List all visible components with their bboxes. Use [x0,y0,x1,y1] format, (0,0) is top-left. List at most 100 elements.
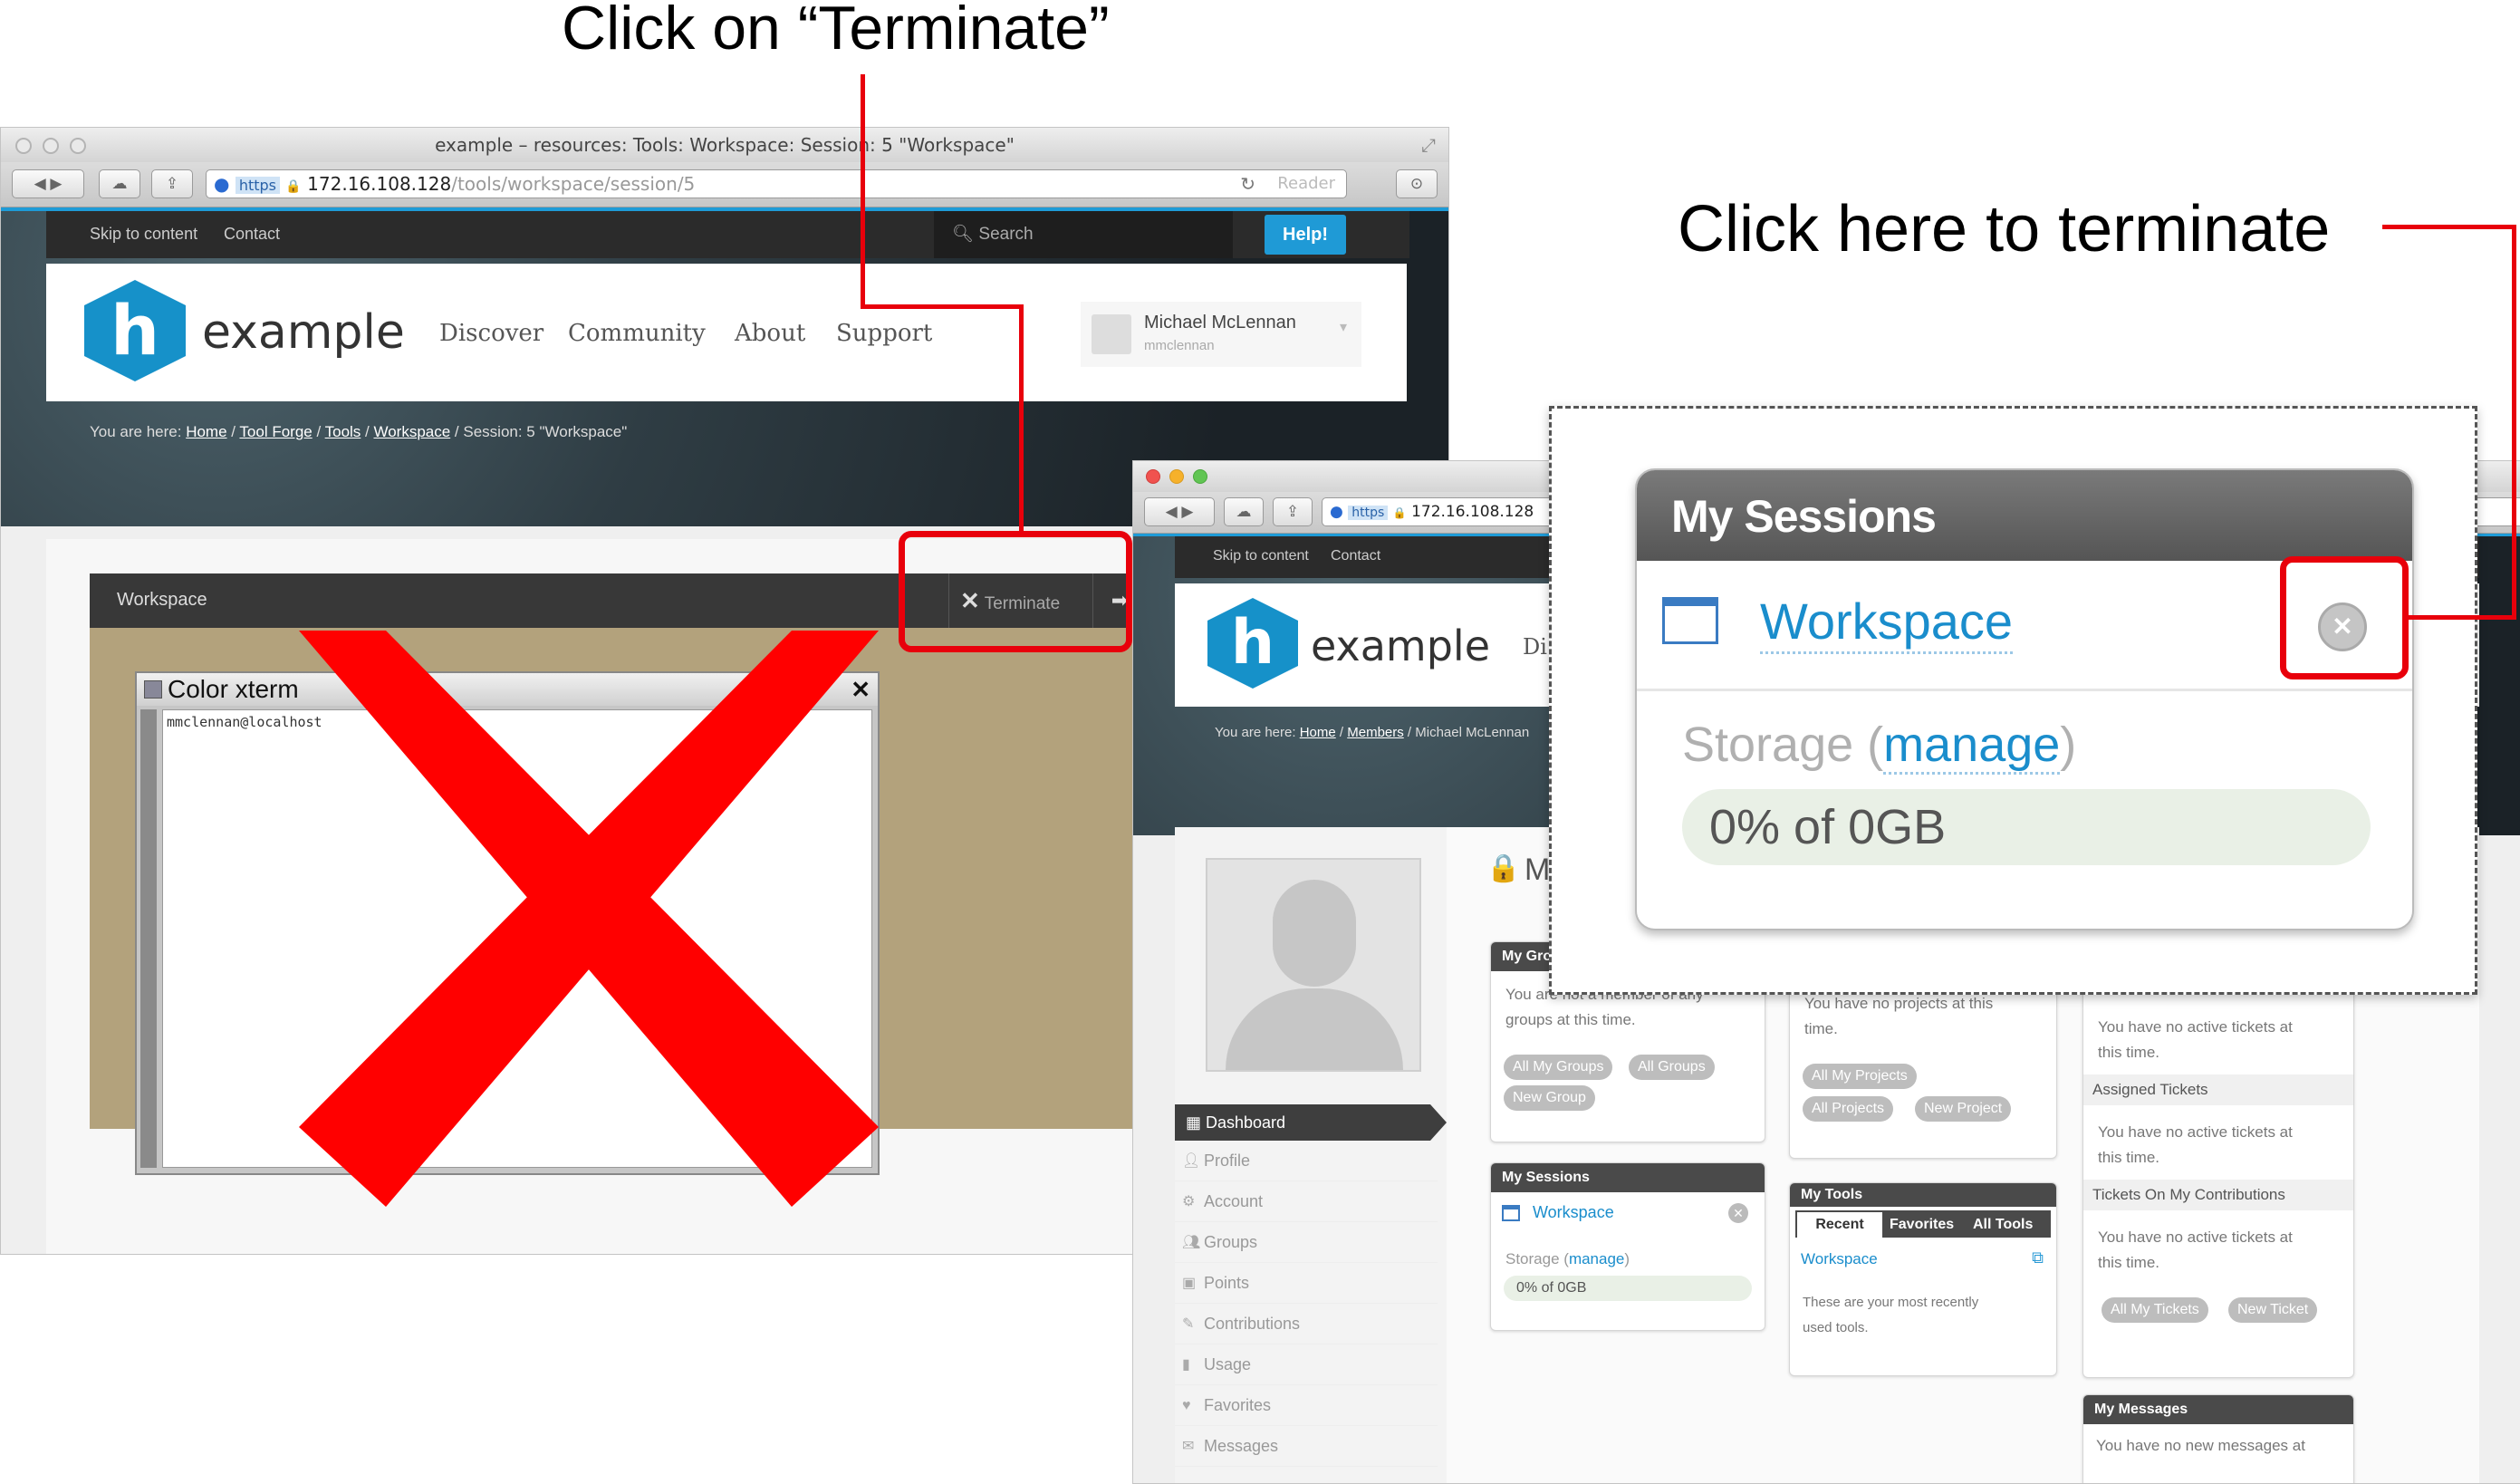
terminate-highlight-box [899,531,1132,652]
messages-text: You have no new messages at [2096,1437,2305,1454]
points-icon: ▣ [1182,1276,1197,1291]
nav-discover[interactable]: Discover [439,320,543,347]
new-ticket-button[interactable]: New Ticket [2228,1297,2318,1323]
leader-line-top-down [1019,304,1024,535]
launch-tool-icon[interactable]: ⧉ [2032,1248,2044,1267]
logo-wordmark[interactable]: example [1311,622,1490,670]
window-controls[interactable] [15,138,86,154]
sidebar-item-favorites[interactable]: ♥ Favorites [1175,1385,1438,1426]
sidebar-item-dashboard[interactable]: ▦ Dashboard [1175,1104,1447,1141]
breadcrumb-members[interactable]: Members [1347,725,1404,740]
breadcrumb-tool-forge[interactable]: Tool Forge [239,423,312,440]
envelope-icon: ✉ [1182,1439,1195,1454]
projects-text-line1: You have no projects at this [1804,995,1994,1012]
tickets-text-1a: You have no active tickets at [2098,1018,2293,1036]
all-projects-button[interactable]: All Projects [1803,1096,1894,1122]
annotation-top-label: Click on “Terminate” [562,0,1110,63]
downloads-icon[interactable]: ⊙ [1396,169,1438,198]
all-my-tickets-button[interactable]: All My Tickets [2102,1297,2208,1323]
sidebar-item-points[interactable]: ▣ Points [1175,1263,1438,1304]
nav-discover[interactable]: Di [1523,634,1547,660]
tools-module: My Tools Recent Favorites All Tools Work… [1789,1182,2057,1376]
tickets-text-1b: this time. [2098,1044,2160,1061]
logo-icon[interactable]: h [1207,598,1298,689]
zoomed-manage-link[interactable]: manage [1883,718,2061,775]
address-bar[interactable]: ● https 🔒 172.16.108.128/tools/workspace… [206,169,1347,198]
all-groups-button[interactable]: All Groups [1629,1055,1715,1080]
new-project-button[interactable]: New Project [1915,1096,2012,1122]
share-icon[interactable]: ⇪ [151,169,193,198]
zoomed-sessions-title: My Sessions [1671,491,1937,542]
zoomed-storage-line: Storage (manage) [1682,717,2076,775]
minimize-window-icon[interactable] [1169,469,1184,484]
manage-storage-link[interactable]: manage [1569,1250,1624,1267]
sessions-module: My Sessions Workspace ✕ Storage (manage)… [1490,1162,1765,1331]
xterm-scrollbar[interactable] [140,709,157,1168]
avatar-body [1226,988,1403,1070]
back-forward-buttons[interactable]: ◀ ▶ [12,169,84,198]
tab-all-tools[interactable]: All Tools [1973,1212,2033,1238]
messages-module-title: My Messages [2083,1395,2353,1424]
share-icon[interactable]: ⇪ [1273,497,1313,526]
nav-about[interactable]: About [735,320,805,347]
tickets-text-3a: You have no active tickets at [2098,1229,2293,1246]
projects-text-line2: time. [1804,1020,1838,1037]
tab-recent[interactable]: Recent [1797,1212,1882,1238]
reader-button[interactable]: Reader [1277,170,1335,198]
breadcrumb-current: Session: 5 "Workspace" [463,423,628,440]
zoomed-session-workspace[interactable]: Workspace [1760,592,2014,654]
back-forward-buttons[interactable]: ◀ ▶ [1144,497,1215,526]
sidebar-item-account[interactable]: ⚙ Account [1175,1181,1438,1222]
leader-line-right-horizontal [2382,225,2516,229]
zoomed-sessions-module: My Sessions Workspace ✕ Storage (manage)… [1635,468,2414,930]
session-item-workspace[interactable]: Workspace [1533,1203,1614,1222]
nav-community[interactable]: Community [568,320,706,347]
close-window-icon[interactable] [1146,469,1160,484]
help-button[interactable]: Help! [1265,215,1346,255]
search-icon: 🔍︎ [952,225,975,244]
user-menu[interactable]: Michael McLennan mmclennan ▾ [1081,302,1361,367]
icloud-icon[interactable]: ☁ [1224,497,1264,526]
icloud-icon[interactable]: ☁ [99,169,140,198]
session-close-highlight-box [2280,556,2409,679]
breadcrumb-home[interactable]: Home [186,423,226,440]
new-group-button[interactable]: New Group [1504,1085,1595,1111]
pencil-icon: ✎ [1182,1316,1195,1332]
avatar [1092,314,1131,354]
skip-to-content-link[interactable]: Skip to content [1213,548,1309,564]
site-search-input[interactable]: 🔍︎ Search [934,211,1233,258]
sidebar-item-profile[interactable]: 👤︎ Profile [1175,1141,1438,1181]
fullscreen-icon[interactable]: ⤢ [1421,128,1436,162]
all-my-groups-button[interactable]: All My Groups [1504,1055,1613,1080]
zoomed-window-icon [1662,597,1718,644]
sidebar-item-usage[interactable]: ▮ Usage [1175,1344,1438,1385]
contact-link[interactable]: Contact [224,225,280,244]
xterm-title: Color xterm [168,675,299,703]
nav-support[interactable]: Support [836,320,932,347]
url-host: 172.16.108.128 [307,173,452,195]
leader-line-top-vertical [861,74,865,308]
sidebar-item-groups[interactable]: 👥︎ Groups [1175,1222,1438,1263]
sidebar-item-contributions[interactable]: ✎ Contributions [1175,1304,1438,1344]
url-scheme: https [1348,506,1389,520]
breadcrumb-workspace[interactable]: Workspace [373,423,450,440]
leader-line-right-vertical [2512,225,2516,620]
reload-icon[interactable]: ↻ [1240,170,1255,198]
xterm-app-icon [144,680,162,699]
sidebar-item-messages[interactable]: ✉ Messages [1175,1426,1438,1467]
avatar-head [1273,880,1356,987]
breadcrumb: You are here: Home / Members / Michael M… [1215,725,1530,740]
leader-line-right-to-box [2402,615,2516,620]
breadcrumb-home[interactable]: Home [1300,725,1336,740]
storage-line: Storage (manage) [1505,1250,1630,1267]
tool-item-workspace[interactable]: Workspace [1801,1250,1878,1268]
contact-link[interactable]: Contact [1331,548,1380,564]
zoom-window-icon[interactable] [1193,469,1207,484]
all-my-projects-button[interactable]: All My Projects [1803,1064,1917,1089]
breadcrumb-tools[interactable]: Tools [325,423,361,440]
tab-favorites[interactable]: Favorites [1890,1212,1954,1238]
logo-wordmark[interactable]: example [202,305,405,360]
session-close-icon[interactable]: ✕ [1728,1203,1748,1223]
logo-icon[interactable]: h [84,280,186,381]
skip-to-content-link[interactable]: Skip to content [90,225,197,244]
